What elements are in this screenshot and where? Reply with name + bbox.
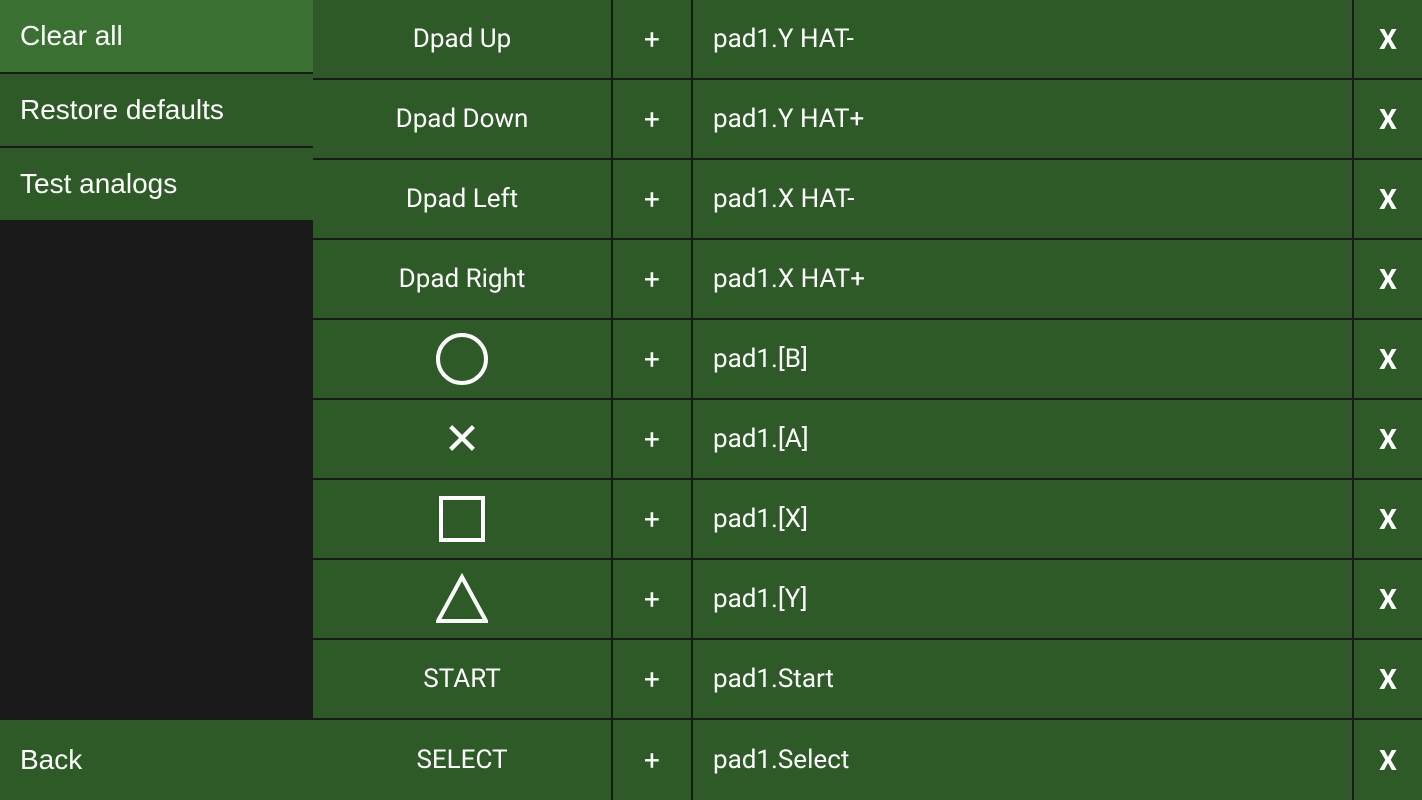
action-cell: Dpad Down xyxy=(313,80,613,158)
action-label: Dpad Up xyxy=(413,24,511,54)
action-label: SELECT xyxy=(416,745,507,775)
back-button[interactable]: Back xyxy=(0,720,313,800)
plus-separator: + xyxy=(613,480,693,558)
cross-icon: ✕ xyxy=(444,413,481,465)
binding-label[interactable]: pad1.X HAT+ xyxy=(693,240,1352,318)
action-label: Dpad Left xyxy=(406,184,518,214)
table-row: Dpad Down +pad1.Y HAT+X xyxy=(313,80,1422,160)
binding-label[interactable]: pad1.[B] xyxy=(693,320,1352,398)
clear-binding-button[interactable]: X xyxy=(1352,0,1422,78)
clear-binding-button[interactable]: X xyxy=(1352,720,1422,800)
binding-label[interactable]: pad1.Select xyxy=(693,720,1352,800)
square-icon xyxy=(439,496,485,542)
clear-binding-button[interactable]: X xyxy=(1352,560,1422,638)
sidebar-spacer xyxy=(0,222,313,720)
plus-separator: + xyxy=(613,320,693,398)
restore-defaults-button[interactable]: Restore defaults xyxy=(0,74,313,146)
binding-label[interactable]: pad1.Y HAT+ xyxy=(693,80,1352,158)
clear-binding-button[interactable]: X xyxy=(1352,640,1422,718)
action-label: Dpad Right xyxy=(399,264,526,294)
table-row: Dpad Up +pad1.Y HAT-X xyxy=(313,0,1422,80)
table-row: Dpad Right +pad1.X HAT+X xyxy=(313,240,1422,320)
circle-icon xyxy=(436,333,488,385)
table-row: +pad1.[B]X xyxy=(313,320,1422,400)
action-label: START xyxy=(423,664,500,694)
binding-label[interactable]: pad1.X HAT- xyxy=(693,160,1352,238)
clear-binding-button[interactable]: X xyxy=(1352,320,1422,398)
test-analogs-button[interactable]: Test analogs xyxy=(0,148,313,220)
action-cell: Dpad Left xyxy=(313,160,613,238)
plus-separator: + xyxy=(613,0,693,78)
action-cell xyxy=(313,320,613,398)
clear-all-button[interactable]: Clear all xyxy=(0,0,313,72)
binding-label[interactable]: pad1.Y HAT- xyxy=(693,0,1352,78)
table-row: SELECT +pad1.SelectX xyxy=(313,720,1422,800)
binding-label[interactable]: pad1.[X] xyxy=(693,480,1352,558)
mappings-list: Dpad Up+pad1.Y HAT-XDpad Down+pad1.Y HAT… xyxy=(313,0,1422,800)
plus-separator: + xyxy=(613,160,693,238)
clear-binding-button[interactable]: X xyxy=(1352,80,1422,158)
plus-separator: + xyxy=(613,80,693,158)
action-cell: Dpad Up xyxy=(313,0,613,78)
triangle-icon xyxy=(436,573,488,625)
table-row: ✕ +pad1.[A]X xyxy=(313,400,1422,480)
table-row: +pad1.[Y]X xyxy=(313,560,1422,640)
action-label: Dpad Down xyxy=(396,104,529,134)
sidebar: Clear all Restore defaults Test analogs … xyxy=(0,0,313,800)
binding-label[interactable]: pad1.[Y] xyxy=(693,560,1352,638)
binding-label[interactable]: pad1.[A] xyxy=(693,400,1352,478)
clear-binding-button[interactable]: X xyxy=(1352,160,1422,238)
action-cell xyxy=(313,480,613,558)
plus-separator: + xyxy=(613,400,693,478)
plus-separator: + xyxy=(613,720,693,800)
action-cell: START xyxy=(313,640,613,718)
plus-separator: + xyxy=(613,240,693,318)
table-row: START +pad1.StartX xyxy=(313,640,1422,720)
clear-binding-button[interactable]: X xyxy=(1352,400,1422,478)
table-row: Dpad Left +pad1.X HAT-X xyxy=(313,160,1422,240)
action-cell: ✕ xyxy=(313,400,613,478)
clear-binding-button[interactable]: X xyxy=(1352,240,1422,318)
action-cell: SELECT xyxy=(313,720,613,800)
clear-binding-button[interactable]: X xyxy=(1352,480,1422,558)
binding-label[interactable]: pad1.Start xyxy=(693,640,1352,718)
action-cell xyxy=(313,560,613,638)
action-cell: Dpad Right xyxy=(313,240,613,318)
table-row: +pad1.[X]X xyxy=(313,480,1422,560)
plus-separator: + xyxy=(613,560,693,638)
plus-separator: + xyxy=(613,640,693,718)
